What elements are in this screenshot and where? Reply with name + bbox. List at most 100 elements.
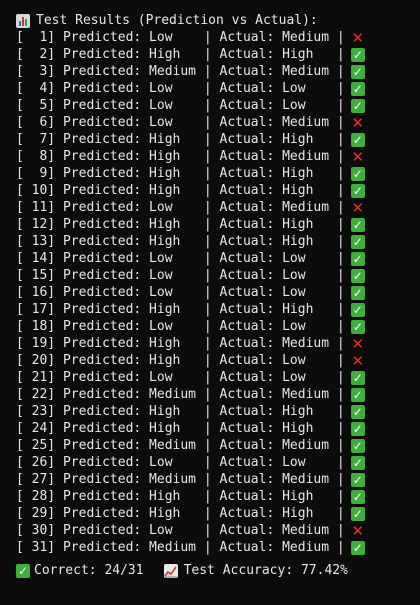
cross-mark-icon: ✕ — [351, 521, 365, 540]
check-mark-icon: ✓ — [350, 506, 365, 521]
result-row: [ 7] Predicted: High | Actual: High | ✓ — [16, 131, 420, 148]
check-mark-icon: ✓ — [350, 302, 365, 317]
result-row: [ 9] Predicted: High | Actual: High | ✓ — [16, 165, 420, 182]
result-row: [ 3] Predicted: Medium | Actual: Medium … — [16, 63, 420, 80]
check-mark-icon: ✓ — [350, 472, 365, 487]
results-list: [ 1] Predicted: Low | Actual: Medium | ✕[… — [16, 29, 420, 556]
result-row: [ 11] Predicted: Low | Actual: Medium | ✕ — [16, 199, 420, 216]
check-mark-icon: ✓ — [350, 370, 365, 385]
result-row: [ 18] Predicted: Low | Actual: Low | ✓ — [16, 318, 420, 335]
summary-line: ✓ Correct: 24/31 Test Accuracy: 77.42% — [16, 562, 420, 579]
check-mark-icon: ✓ — [350, 455, 365, 470]
cross-mark-icon: ✕ — [351, 334, 365, 353]
result-row-text: [ 19] Predicted: High | Actual: Medium | — [16, 336, 345, 351]
result-row-text: [ 3] Predicted: Medium | Actual: Medium … — [16, 64, 345, 79]
check-mark-icon: ✓ — [350, 217, 365, 232]
result-row: [ 2] Predicted: High | Actual: High | ✓ — [16, 46, 420, 63]
result-row-text: [ 10] Predicted: High | Actual: High | — [16, 183, 345, 198]
cross-mark-icon: ✕ — [351, 113, 365, 132]
results-header: Test Results (Prediction vs Actual): — [16, 12, 420, 29]
result-row: [ 12] Predicted: High | Actual: High | ✓ — [16, 216, 420, 233]
check-mark-icon: ✓ — [350, 319, 365, 334]
result-row-text: [ 1] Predicted: Low | Actual: Medium | — [16, 30, 345, 45]
result-row-text: [ 28] Predicted: High | Actual: High | — [16, 489, 345, 504]
result-row-text: [ 18] Predicted: Low | Actual: Low | — [16, 319, 345, 334]
result-row-text: [ 8] Predicted: High | Actual: Medium | — [16, 149, 345, 164]
result-row: [ 22] Predicted: Medium | Actual: Medium… — [16, 386, 420, 403]
result-row-text: [ 17] Predicted: High | Actual: High | — [16, 302, 345, 317]
result-row: [ 8] Predicted: High | Actual: Medium | ✕ — [16, 148, 420, 165]
result-row-text: [ 4] Predicted: Low | Actual: Low | — [16, 81, 345, 96]
check-mark-icon: ✓ — [350, 81, 365, 96]
test-accuracy: Test Accuracy: 77.42% — [183, 563, 348, 578]
result-row-text: [ 7] Predicted: High | Actual: High | — [16, 132, 345, 147]
result-row-text: [ 23] Predicted: High | Actual: High | — [16, 404, 345, 419]
result-row-text: [ 6] Predicted: Low | Actual: Medium | — [16, 115, 345, 130]
result-row: [ 15] Predicted: Low | Actual: Low | ✓ — [16, 267, 420, 284]
check-mark-icon: ✓ — [350, 132, 365, 147]
check-mark-icon: ✓ — [350, 268, 365, 283]
bar-chart-icon — [16, 13, 30, 28]
result-row-text: [ 5] Predicted: Low | Actual: Low | — [16, 98, 345, 113]
check-mark-icon: ✓ — [350, 540, 365, 555]
result-row: [ 23] Predicted: High | Actual: High | ✓ — [16, 403, 420, 420]
result-row: [ 13] Predicted: High | Actual: High | ✓ — [16, 233, 420, 250]
check-mark-icon: ✓ — [350, 387, 365, 402]
check-mark-icon: ✓ — [350, 404, 365, 419]
result-row: [ 28] Predicted: High | Actual: High | ✓ — [16, 488, 420, 505]
result-row: [ 16] Predicted: Low | Actual: Low | ✓ — [16, 284, 420, 301]
result-row-text: [ 21] Predicted: Low | Actual: Low | — [16, 370, 345, 385]
result-row: [ 31] Predicted: Medium | Actual: Medium… — [16, 539, 420, 556]
result-row: [ 24] Predicted: High | Actual: High | ✓ — [16, 420, 420, 437]
check-mark-icon: ✓ — [350, 183, 365, 198]
result-row: [ 27] Predicted: Medium | Actual: Medium… — [16, 471, 420, 488]
result-row-text: [ 12] Predicted: High | Actual: High | — [16, 217, 345, 232]
result-row-text: [ 27] Predicted: Medium | Actual: Medium… — [16, 472, 345, 487]
check-mark-icon: ✓ — [350, 285, 365, 300]
result-row: [ 21] Predicted: Low | Actual: Low | ✓ — [16, 369, 420, 386]
check-mark-icon: ✓ — [350, 98, 365, 113]
check-mark-icon: ✓ — [350, 251, 365, 266]
cross-mark-icon: ✕ — [351, 147, 365, 166]
result-row: [ 20] Predicted: High | Actual: Low | ✕ — [16, 352, 420, 369]
check-mark-icon: ✓ — [350, 438, 365, 453]
result-row: [ 4] Predicted: Low | Actual: Low | ✓ — [16, 80, 420, 97]
result-row-text: [ 11] Predicted: Low | Actual: Medium | — [16, 200, 345, 215]
result-row-text: [ 24] Predicted: High | Actual: High | — [16, 421, 345, 436]
result-row: [ 17] Predicted: High | Actual: High | ✓ — [16, 301, 420, 318]
result-row-text: [ 16] Predicted: Low | Actual: Low | — [16, 285, 345, 300]
cross-mark-icon: ✕ — [351, 198, 365, 217]
result-row: [ 26] Predicted: Low | Actual: Low | ✓ — [16, 454, 420, 471]
result-row-text: [ 2] Predicted: High | Actual: High | — [16, 47, 345, 62]
result-row-text: [ 15] Predicted: Low | Actual: Low | — [16, 268, 345, 283]
results-title: Test Results (Prediction vs Actual): — [36, 13, 318, 28]
check-mark-icon: ✓ — [350, 47, 365, 62]
result-row: [ 29] Predicted: High | Actual: High | ✓ — [16, 505, 420, 522]
result-row: [ 1] Predicted: Low | Actual: Medium | ✕ — [16, 29, 420, 46]
terminal-output: Test Results (Prediction vs Actual): [ 1… — [0, 0, 420, 605]
result-row-text: [ 14] Predicted: Low | Actual: Low | — [16, 251, 345, 266]
result-row-text: [ 13] Predicted: High | Actual: High | — [16, 234, 345, 249]
trend-chart-icon — [163, 563, 178, 578]
cross-mark-icon: ✕ — [351, 351, 365, 370]
check-mark-icon: ✓ — [350, 64, 365, 79]
check-mark-icon: ✓ — [350, 489, 365, 504]
result-row: [ 5] Predicted: Low | Actual: Low | ✓ — [16, 97, 420, 114]
check-mark-icon: ✓ — [350, 166, 365, 181]
result-row-text: [ 31] Predicted: Medium | Actual: Medium… — [16, 540, 345, 555]
correct-count: Correct: 24/31 — [34, 563, 144, 578]
result-row: [ 30] Predicted: Low | Actual: Medium | ✕ — [16, 522, 420, 539]
check-mark-icon: ✓ — [350, 234, 365, 249]
check-box-icon: ✓ — [16, 563, 30, 578]
result-row-text: [ 30] Predicted: Low | Actual: Medium | — [16, 523, 345, 538]
check-mark-icon: ✓ — [350, 421, 365, 436]
result-row: [ 19] Predicted: High | Actual: Medium |… — [16, 335, 420, 352]
result-row: [ 6] Predicted: Low | Actual: Medium | ✕ — [16, 114, 420, 131]
result-row-text: [ 25] Predicted: Medium | Actual: Medium… — [16, 438, 345, 453]
cross-mark-icon: ✕ — [351, 28, 365, 47]
result-row-text: [ 9] Predicted: High | Actual: High | — [16, 166, 345, 181]
result-row-text: [ 20] Predicted: High | Actual: Low | — [16, 353, 345, 368]
result-row: [ 10] Predicted: High | Actual: High | ✓ — [16, 182, 420, 199]
result-row: [ 25] Predicted: Medium | Actual: Medium… — [16, 437, 420, 454]
result-row-text: [ 26] Predicted: Low | Actual: Low | — [16, 455, 345, 470]
